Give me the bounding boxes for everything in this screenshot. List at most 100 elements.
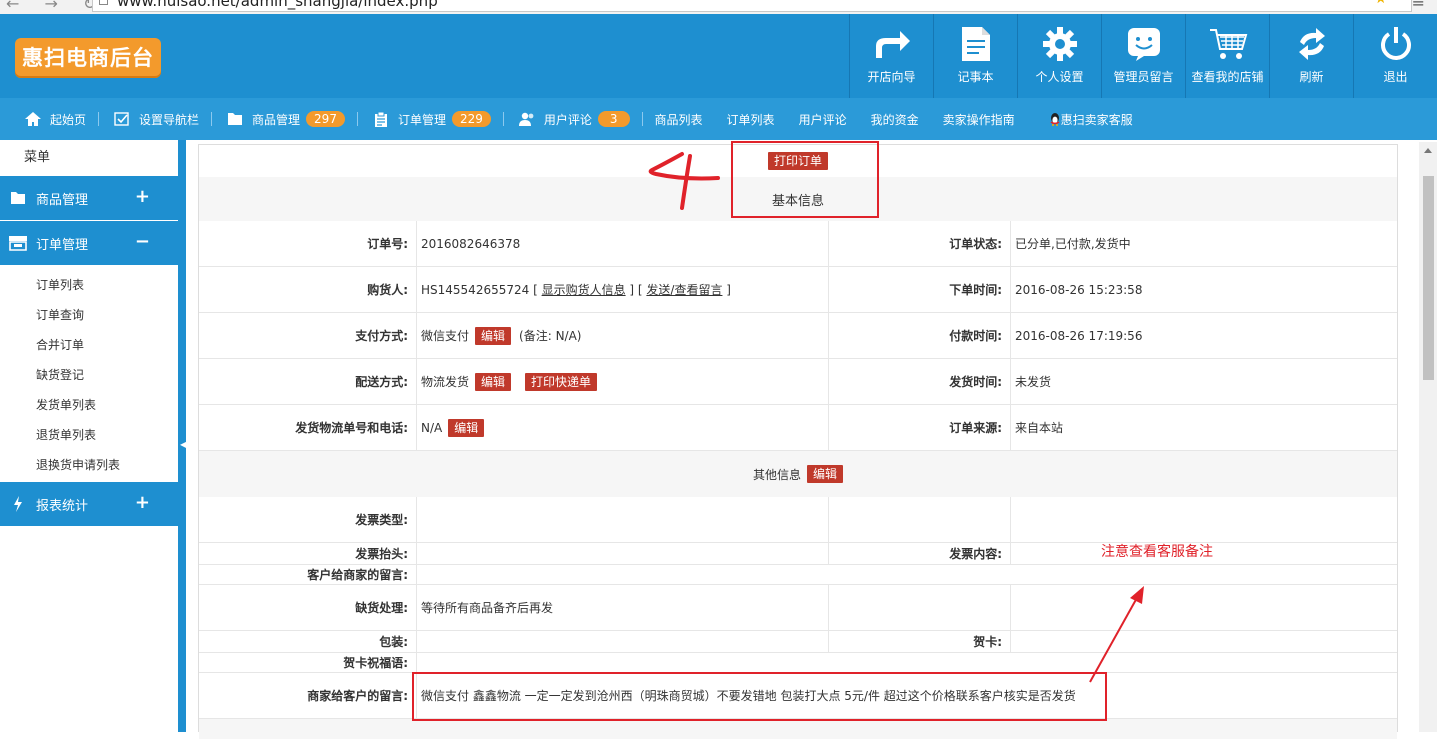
page-icon <box>99 0 108 5</box>
edit-other-info-button[interactable]: 编辑 <box>807 465 844 483</box>
sidebar-item-stockout[interactable]: 缺货登记 <box>0 360 178 390</box>
order-time: 2016-08-26 15:23:58 <box>1015 282 1143 297</box>
tool-personal-settings[interactable]: 个人设置 <box>1017 14 1101 98</box>
field-label: 发票抬头: <box>199 543 417 564</box>
show-buyer-link[interactable]: 显示购货人信息 <box>542 281 626 298</box>
nav-user-comment-label: 用户评论 <box>798 112 847 127</box>
nav-divider <box>641 112 643 126</box>
sidebar-group-reports[interactable]: 报表统计 + <box>0 482 178 526</box>
buyer-id: HS145542655724 <box>421 282 530 297</box>
scroll-up-icon[interactable] <box>1424 148 1432 153</box>
field-label: 包装: <box>199 631 417 652</box>
tool-label: 查看我的店铺 <box>1191 70 1264 84</box>
browser-toolbar: ← → ↻ www.huisao.net/admin_shangjia/inde… <box>0 0 1437 14</box>
nav-set-navbar-label: 设置导航栏 <box>139 112 200 127</box>
nav-order-list[interactable]: 订单列表 <box>727 98 775 140</box>
sidebar-item-order-query[interactable]: 订单查询 <box>0 300 178 330</box>
clipboard-icon <box>374 111 387 127</box>
tool-open-store-guide[interactable]: 开店向导 <box>849 14 933 98</box>
shipping-cell: 物流发货 编辑 打印快递单 <box>417 359 829 404</box>
sidebar-item-delivery-list[interactable]: 发货单列表 <box>0 390 178 420</box>
payment-cell: 微信支付 编辑 (备注: N/A) <box>417 313 829 358</box>
store-icon <box>9 236 27 251</box>
home-icon <box>25 112 41 126</box>
sidebar-toggle-bar[interactable]: ◀ <box>178 140 186 732</box>
edit-tracking-button[interactable]: 编辑 <box>448 418 485 437</box>
stockout-value: 等待所有商品备齐后再发 <box>417 585 829 630</box>
field-label: 缺货处理: <box>199 585 417 630</box>
nav-goods-management[interactable]: 商品管理 297 <box>224 98 345 140</box>
expand-icon[interactable]: + <box>135 492 150 513</box>
field-label: 订单来源: <box>829 405 1011 450</box>
print-express-button[interactable]: 打印快递单 <box>525 372 598 391</box>
sidebar-group-goods[interactable]: 商品管理 + <box>0 176 178 220</box>
scroll-thumb[interactable] <box>1423 176 1434 380</box>
order-status: 已分单,已付款,发货中 <box>1015 237 1131 251</box>
sidebar-item-merge-orders[interactable]: 合并订单 <box>0 330 178 360</box>
pay-time: 2016-08-26 17:19:56 <box>1015 328 1143 343</box>
nav-goods-list[interactable]: 商品列表 <box>655 98 703 140</box>
section-title: 其他信息 <box>752 467 801 482</box>
tool-label: 开店向导 <box>867 70 916 84</box>
order-number: 2016082646378 <box>417 221 829 266</box>
info-row: 订单号: 2016082646378 订单状态: 已分单,已付款,发货中 <box>199 221 1397 267</box>
tool-view-store[interactable]: 查看我的店铺 <box>1185 14 1269 98</box>
folder-icon <box>228 113 243 125</box>
tool-admin-message[interactable]: 管理员留言 <box>1101 14 1185 98</box>
tool-logout[interactable]: 退出 <box>1353 14 1437 98</box>
edit-payment-button[interactable]: 编辑 <box>475 326 512 345</box>
nav-order-management[interactable]: 订单管理 229 <box>370 98 491 140</box>
sidebar-group-label: 订单管理 <box>36 237 89 253</box>
payment-method: 微信支付 <box>421 329 470 343</box>
header-tools: 开店向导 记事本 个人设置 管理员留言 查看我的店铺 刷新 退出 <box>849 14 1437 98</box>
nav-order-list-label: 订单列表 <box>726 112 775 127</box>
tool-label: 退出 <box>1383 70 1408 84</box>
payment-note: (备注: N/A) <box>519 329 582 343</box>
notepad-icon <box>961 27 990 61</box>
expand-icon[interactable]: + <box>135 186 150 207</box>
refresh-icon <box>1298 28 1325 60</box>
tool-refresh[interactable]: 刷新 <box>1269 14 1353 98</box>
orders-count-badge: 229 <box>451 111 491 127</box>
package-value <box>417 631 829 652</box>
edit-shipping-button[interactable]: 编辑 <box>475 372 512 391</box>
nav-bar: 起始页 设置导航栏 商品管理 297 订单管理 229 用户评论 3 商品列表 … <box>0 98 1437 140</box>
vertical-scrollbar[interactable] <box>1419 142 1437 732</box>
bookmark-star-icon[interactable]: ★ <box>1374 0 1387 7</box>
address-bar[interactable]: www.huisao.net/admin_shangjia/index.php … <box>92 0 1412 12</box>
info-row: 发票类型: <box>199 497 1397 543</box>
order-submenu: 订单列表 订单查询 合并订单 缺货登记 发货单列表 退货单列表 退换货申请列表 <box>0 266 178 480</box>
field-label: 贺卡: <box>829 631 1011 652</box>
sidebar-item-exchange-requests[interactable]: 退换货申请列表 <box>0 450 178 480</box>
sidebar-item-order-list[interactable]: 订单列表 <box>0 270 178 300</box>
nav-seller-service[interactable]: 惠扫卖家客服 <box>1049 98 1133 140</box>
sidebar-item-return-list[interactable]: 退货单列表 <box>0 420 178 450</box>
lightning-icon <box>14 496 22 512</box>
order-detail-panel: 打印订单 基本信息 订单号: 2016082646378 订单状态: 已分单,已… <box>198 144 1398 739</box>
field-label: 商家给客户的留言: <box>199 673 417 718</box>
buyer-message-link[interactable]: 发送/查看留言 <box>646 281 722 298</box>
sidebar-group-orders[interactable]: 订单管理 − <box>0 221 178 265</box>
browser-menu-icon[interactable]: ≡ <box>1412 0 1425 11</box>
field-label: 发货时间: <box>829 359 1011 404</box>
nav-user-comment[interactable]: 用户评论 <box>799 98 847 140</box>
tool-notepad[interactable]: 记事本 <box>933 14 1017 98</box>
tool-label: 管理员留言 <box>1113 70 1174 84</box>
address-text: www.huisao.net/admin_shangjia/index.php <box>117 0 438 10</box>
chat-smile-icon <box>1127 28 1160 61</box>
field-label: 发票类型: <box>199 497 417 542</box>
nav-guide-label: 卖家操作指南 <box>942 112 1015 127</box>
info-row: 缺货处理: 等待所有商品备齐后再发 <box>199 585 1397 631</box>
nav-set-navbar[interactable]: 设置导航栏 <box>111 98 199 140</box>
comments-count-badge: 3 <box>597 111 630 127</box>
collapse-icon[interactable]: − <box>135 231 150 252</box>
order-source: 来自本站 <box>1015 421 1064 435</box>
info-row: 包装: 贺卡: <box>199 631 1397 653</box>
field-label: 发票内容: <box>829 543 1011 564</box>
nav-home[interactable]: 起始页 <box>22 98 86 140</box>
nav-my-funds[interactable]: 我的资金 <box>871 98 919 140</box>
qq-penguin-icon <box>1050 113 1060 126</box>
nav-user-comments[interactable]: 用户评论 3 <box>516 98 630 140</box>
nav-seller-guide[interactable]: 卖家操作指南 <box>943 98 1015 140</box>
empty-cell <box>829 585 1011 630</box>
